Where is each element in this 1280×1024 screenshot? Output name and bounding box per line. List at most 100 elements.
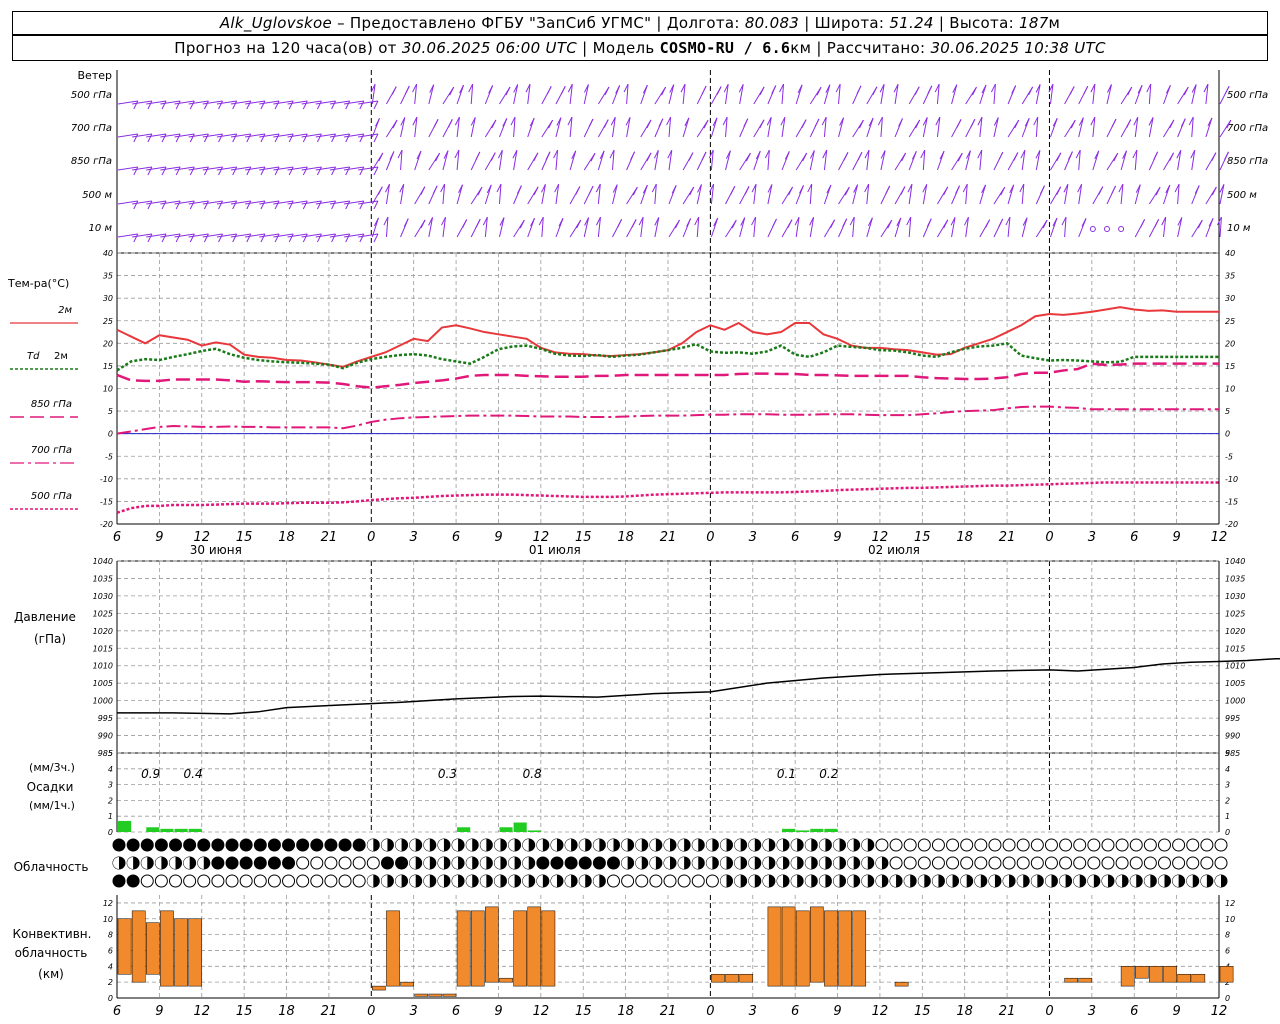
- cloud-cover-fill: [692, 839, 699, 851]
- wind-barb-flag: [784, 151, 790, 160]
- wind-barb: [710, 117, 718, 138]
- cloud-cover-fill: [748, 839, 755, 851]
- wind-barb-flag: [688, 152, 694, 161]
- x-tick-label: 0: [706, 1004, 714, 1019]
- pressure-unit: (гПа): [34, 632, 66, 646]
- wind-barb: [809, 150, 815, 171]
- x-tick-label: 6: [113, 530, 121, 545]
- cloud-cover-symbol: [1016, 856, 1030, 870]
- y-tick-label: -20: [1225, 520, 1238, 529]
- cloud-cover-fill: [1172, 875, 1179, 887]
- level-label: 10 м: [1227, 223, 1251, 234]
- wind-barb-flag: [345, 133, 351, 143]
- y-tick-label: 1020: [93, 627, 113, 636]
- cloud-cover-fill: [522, 839, 529, 851]
- wind-barb-flag: [661, 86, 667, 96]
- wind-barb-flag: [604, 86, 610, 96]
- y-tick-label: 30: [1225, 294, 1235, 303]
- wind-barb-flag: [203, 133, 209, 143]
- cloud-cover-fill: [1116, 875, 1123, 887]
- wind-barb-flag: [943, 186, 949, 196]
- wind-barb-flag: [331, 200, 337, 210]
- cloud-cover-fill: [161, 839, 168, 845]
- cloud-cover-symbol: [889, 838, 903, 852]
- cloud-cover-symbol: [352, 856, 366, 870]
- cloud-cover-symbol: [677, 874, 691, 888]
- wind-barb-flag: [575, 186, 581, 195]
- wind-barb-flag: [475, 218, 481, 228]
- cloud-cover-fill: [819, 839, 826, 851]
- wind-barb-flag: [1208, 218, 1214, 227]
- x-tick-label: 12: [1211, 1004, 1228, 1019]
- cloud-cover-symbol: [324, 856, 338, 870]
- y-tick-label: 4: [1225, 765, 1230, 774]
- cloud-cover-fill: [452, 875, 459, 887]
- wind-barb-flag: [1013, 152, 1019, 161]
- wind-barb-flag: [956, 119, 962, 128]
- cloud-cover-symbol: [1101, 856, 1115, 870]
- wind-barb: [682, 117, 690, 138]
- x-tick-label: 3: [410, 1004, 418, 1019]
- y-tick-label: 25: [103, 317, 113, 326]
- wind-barb-flag: [1180, 118, 1186, 127]
- cloud-cover-symbol: [310, 856, 324, 870]
- cloud-cover-fill: [579, 839, 586, 851]
- cloud-cover-fill: [480, 839, 487, 851]
- x-tick-label: 0: [1045, 530, 1053, 545]
- wind-barb-flag: [914, 86, 920, 95]
- cloud-cover-fill: [777, 875, 784, 887]
- wind-barb-flag: [900, 186, 906, 195]
- wind-barb-flag: [477, 186, 483, 196]
- wind-barb-flag: [646, 152, 652, 162]
- cloud-cover-fill: [734, 839, 741, 851]
- wind-barb-flag: [435, 152, 441, 162]
- cloud-cover-symbol: [1115, 856, 1129, 870]
- cloud-cover-fill: [494, 839, 501, 851]
- cloud-cover-fill: [607, 839, 614, 851]
- cloud-cover-fill: [217, 857, 224, 863]
- conv-bar: [117, 918, 132, 975]
- cloud-cover-symbol: [1073, 838, 1087, 852]
- wind-barb-flag: [218, 133, 223, 143]
- conv-bar: [838, 910, 852, 987]
- y-tick-label: 1010: [1225, 662, 1245, 671]
- cloud-cover-symbol: [705, 874, 719, 888]
- wind-barb-flag: [433, 119, 439, 128]
- conv-bar: [499, 977, 513, 983]
- wind-barb-flag: [955, 185, 961, 194]
- wind-barb: [668, 84, 675, 105]
- wind-barb-flag: [519, 219, 525, 229]
- precip-bar: [527, 830, 541, 832]
- wind-barb-flag: [842, 218, 848, 227]
- cloud-cover-symbol: [211, 874, 225, 888]
- wind-barb-flag: [1183, 86, 1189, 96]
- conv-bar: [485, 906, 499, 983]
- cloud-cover-fill: [387, 857, 394, 863]
- wind-barb-flag: [175, 200, 181, 210]
- wind-barb-flag: [161, 133, 167, 143]
- y-tick-label: 0: [108, 828, 113, 837]
- cloud-cover-symbol: [1115, 838, 1129, 852]
- y-tick-label: 1040: [93, 557, 113, 566]
- wind-barb-flag: [843, 152, 849, 161]
- wind-barb-flag: [373, 100, 379, 110]
- cloud-cover-fill: [1144, 875, 1151, 887]
- wind-barb-flag: [1111, 185, 1117, 195]
- wind-barb-flag: [246, 166, 252, 176]
- x-tick-label: 6: [452, 1004, 460, 1019]
- cloud-cover-symbol: [917, 856, 931, 870]
- wind-barb: [442, 150, 449, 171]
- wind-barb-flag: [490, 152, 496, 161]
- cloud-cover-symbol: [649, 874, 663, 888]
- y-tick-label: 1030: [93, 592, 113, 601]
- wind-barb-flag: [373, 200, 379, 210]
- cloud-cover-fill: [480, 857, 487, 869]
- wind-barb-flag: [316, 166, 322, 176]
- y-tick-label: 1035: [93, 574, 113, 583]
- y-tick-label: 1030: [1225, 592, 1245, 601]
- cloud-cover-fill: [1087, 875, 1094, 887]
- cloud-cover-fill: [395, 875, 402, 887]
- cloud-symbols: [112, 838, 1228, 888]
- precip-3h-label: 0.1: [777, 767, 796, 781]
- conv-bar: [470, 910, 485, 987]
